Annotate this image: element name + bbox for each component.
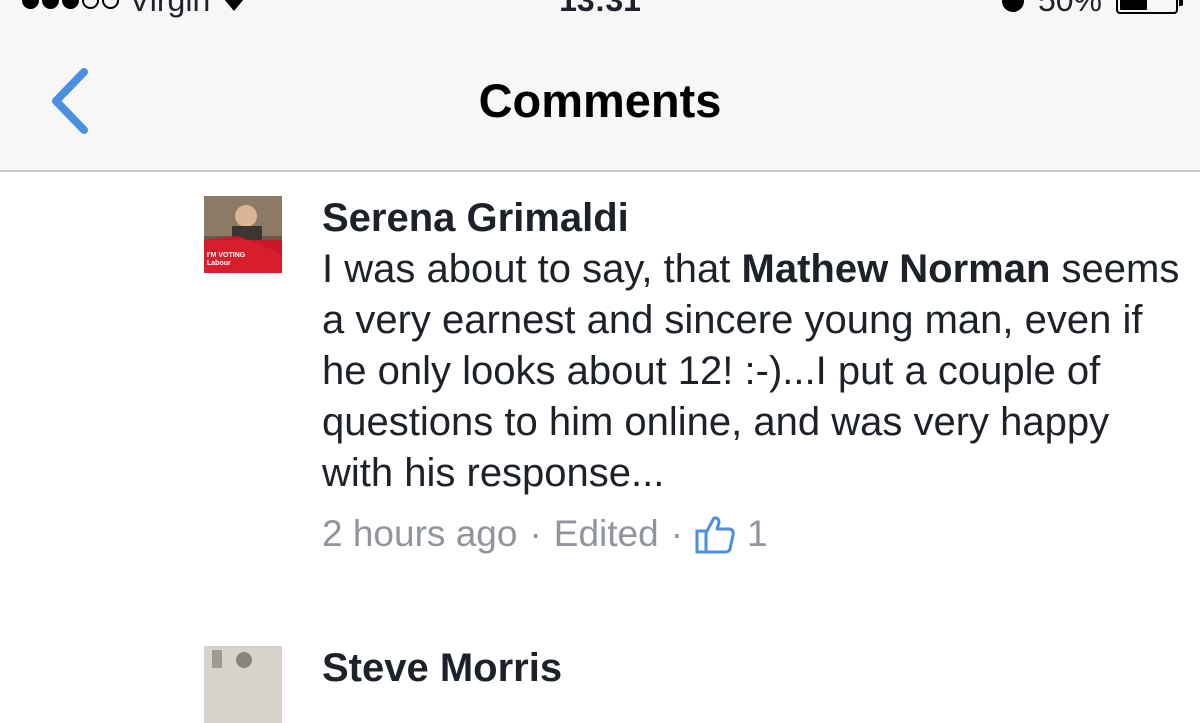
separator: ·: [670, 513, 684, 554]
status-right: 50%: [1001, 0, 1183, 19]
comment-author[interactable]: Serena Grimaldi: [322, 196, 1182, 240]
like-count[interactable]: 1: [747, 513, 768, 555]
comment-time[interactable]: 2 hours ago: [322, 513, 517, 555]
battery-icon: [1116, 0, 1183, 14]
status-bar: Virgin 13:31 50%: [0, 0, 1200, 18]
avatar-image: [204, 646, 282, 723]
comment-author[interactable]: Steve Morris: [322, 646, 1182, 690]
comment-meta: 2 hours ago · Edited · 1: [322, 513, 1182, 555]
edited-label[interactable]: Edited: [554, 513, 659, 555]
thumbs-up-icon[interactable]: [695, 514, 735, 554]
comment-text: I was about to say, that Mathew Norman s…: [322, 244, 1182, 499]
battery-percent: 50%: [1037, 0, 1102, 18]
avatar[interactable]: I'M VOTING Labour: [204, 196, 282, 273]
mention-link[interactable]: Mathew Norman: [742, 247, 1051, 291]
separator: ·: [529, 513, 542, 554]
do-not-disturb-icon: [1001, 0, 1024, 12]
comment-body: Steve Morris: [322, 646, 1182, 690]
comment-text-part: I was about to say, that: [322, 247, 742, 291]
avatar[interactable]: [204, 646, 282, 723]
page-title: Comments: [478, 74, 722, 127]
avatar-badge: I'M VOTING Labour: [207, 252, 246, 267]
comment-body: Serena Grimaldi I was about to say, that…: [322, 196, 1182, 555]
navigation-bar: Comments: [0, 18, 1200, 172]
